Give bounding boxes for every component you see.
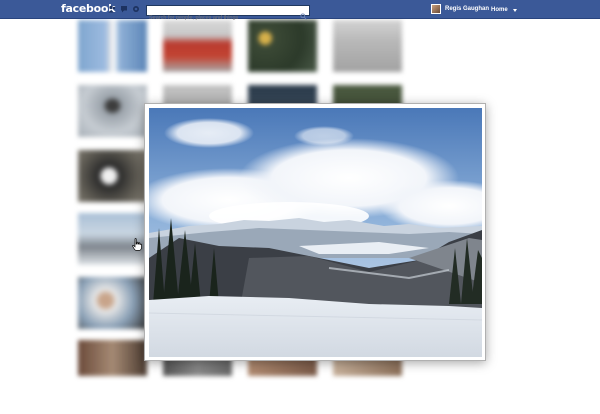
photo-thumbnail[interactable] [78,277,147,329]
photo-thumbnail[interactable] [333,20,402,72]
search-icon[interactable] [300,7,307,20]
notification-jewels [108,5,140,13]
search-input[interactable] [147,13,297,23]
friends-icon[interactable] [108,5,116,13]
hand-pointer-icon [132,238,142,251]
photo-thumbnail[interactable] [78,150,147,202]
home-link[interactable]: Home [491,7,508,13]
photo-thumbnail[interactable] [78,85,147,137]
search-box [146,5,310,23]
photo-thumbnail[interactable] [78,20,147,72]
top-navigation-bar: facebook Regis Gaughan Home [0,0,600,23]
photo-thumbnail[interactable] [78,340,147,376]
chevron-down-icon[interactable] [513,9,517,12]
messages-icon[interactable] [120,5,128,13]
avatar[interactable] [431,4,441,14]
profile-link[interactable]: Regis Gaughan [431,4,489,14]
photo-thumbnail[interactable] [248,20,317,72]
photo-viewer [144,103,486,361]
photo-thumbnail[interactable] [163,20,232,72]
notifications-icon[interactable] [132,5,140,13]
facebook-logo[interactable]: facebook [61,2,115,15]
user-name[interactable]: Regis Gaughan [445,6,489,12]
mountain-landscape-photo[interactable] [149,108,482,357]
